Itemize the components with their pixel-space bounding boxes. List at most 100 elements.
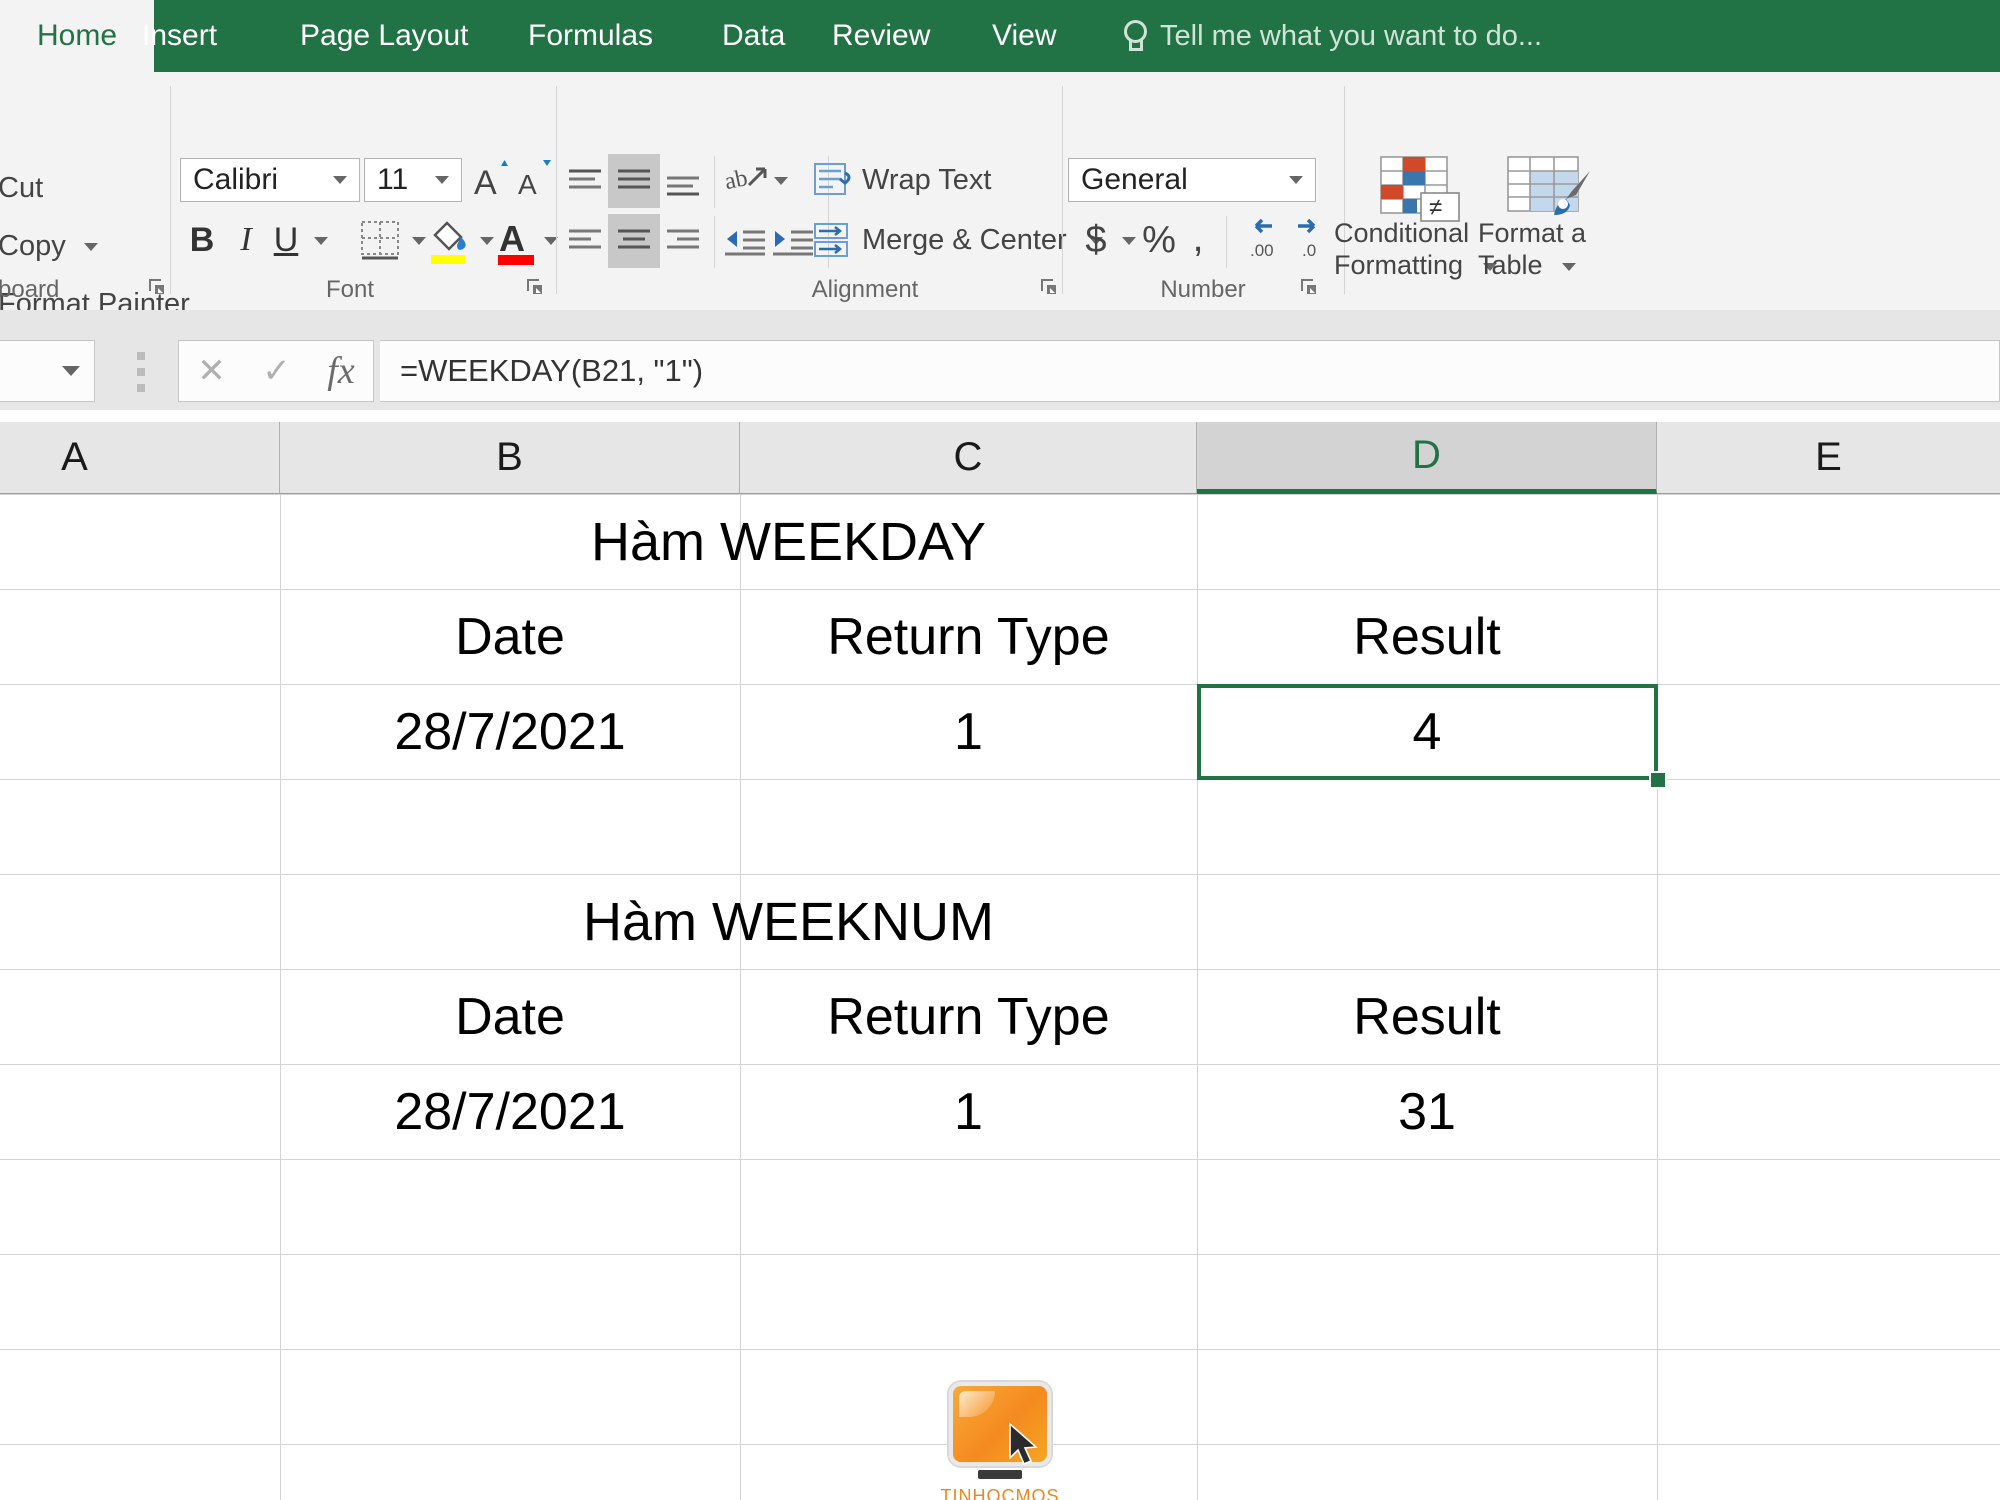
number-format-combo[interactable]: General [1068, 158, 1316, 202]
cell-weeknum-return-type[interactable]: 1 [740, 1064, 1197, 1159]
align-left-button[interactable] [562, 218, 608, 264]
column-header-a-label: A [61, 435, 88, 479]
cell-weeknum-title[interactable]: Hàm WEEKNUM [280, 874, 1297, 969]
cursor-icon [1009, 1422, 1038, 1466]
svg-text:A: A [518, 169, 537, 200]
underline-button[interactable]: U [266, 218, 306, 262]
orientation-button[interactable]: ab [722, 156, 772, 206]
tab-formulas[interactable]: Formulas [506, 0, 675, 72]
underline-dropdown-icon[interactable] [308, 224, 334, 258]
watermark-logo: TINHOCMOS [940, 1382, 1060, 1500]
tab-review[interactable]: Review [810, 0, 952, 72]
separator [714, 216, 715, 268]
cell-weekday-return-type[interactable]: 1 [740, 684, 1197, 779]
cell-weekday-header-date[interactable]: Date [280, 589, 740, 684]
column-header-a[interactable]: A [0, 422, 280, 494]
watermark-label: TINHOCMOS [940, 1486, 1060, 1500]
merge-center-icon[interactable] [808, 216, 856, 264]
merge-center-button[interactable]: Merge & Center [862, 224, 1103, 257]
cancel-formula-icon[interactable]: ✕ [197, 351, 226, 391]
separator [714, 156, 715, 208]
font-color-dropdown-icon[interactable] [538, 224, 564, 258]
column-header-c[interactable]: C [740, 422, 1197, 494]
worksheet-grid[interactable]: Hàm WEEKDAY Date Return Type Result 28/7… [0, 494, 2000, 1500]
tell-me-box[interactable]: Tell me what you want to do... [1120, 0, 1542, 72]
cell-weeknum-header-result[interactable]: Result [1197, 969, 1657, 1064]
column-header-d[interactable]: D [1197, 422, 1657, 494]
chevron-down-icon [1562, 262, 1577, 271]
formula-bar-grip[interactable] [137, 352, 147, 392]
group-separator [1062, 86, 1063, 294]
conditional-formatting-label-2: Formatting [1334, 250, 1464, 280]
comma-format-button[interactable]: , [1180, 214, 1216, 262]
decrease-font-size-button[interactable]: A [514, 156, 558, 204]
column-header-e[interactable]: E [1657, 422, 2000, 494]
copy-label: Copy [0, 230, 66, 262]
column-header-b[interactable]: B [280, 422, 740, 494]
copy-button[interactable]: Copy [0, 230, 98, 263]
svg-text:A: A [474, 164, 497, 202]
merge-center-label: Merge & Center [862, 224, 1067, 256]
font-color-button[interactable]: A [494, 212, 540, 268]
ribbon-home-panel: Cut Copy Format Painter board Calibri 11… [0, 72, 2000, 320]
cell-weekday-date[interactable]: 28/7/2021 [280, 684, 740, 779]
svg-text:A: A [499, 218, 525, 259]
tab-home-label: Home [36, 19, 118, 52]
gridline-horizontal [0, 1159, 2000, 1160]
font-size-combo[interactable]: 11 [364, 158, 462, 202]
separator [1226, 216, 1227, 268]
tab-page-layout-label: Page Layout [300, 19, 469, 52]
insert-function-icon[interactable]: fx [327, 349, 354, 393]
cell-weeknum-date[interactable]: 28/7/2021 [280, 1064, 740, 1159]
tab-view[interactable]: View [970, 0, 1078, 72]
align-center-button[interactable] [608, 214, 660, 268]
fill-handle[interactable] [1649, 771, 1667, 789]
clipboard-dialog-launcher[interactable] [146, 276, 168, 298]
cell-weekday-header-return-type[interactable]: Return Type [740, 589, 1197, 684]
align-middle-button[interactable] [608, 154, 660, 208]
accounting-format-button[interactable]: $ [1076, 216, 1116, 264]
format-as-table-button[interactable]: Table [1478, 250, 1577, 281]
orientation-dropdown-icon[interactable] [768, 164, 794, 198]
align-right-button[interactable] [660, 218, 706, 264]
borders-button[interactable] [354, 214, 406, 266]
cell-weekday-title[interactable]: Hàm WEEKDAY [280, 494, 1297, 589]
tab-insert[interactable]: Insert [120, 0, 239, 72]
cut-button[interactable]: Cut [0, 172, 43, 205]
enter-formula-icon[interactable]: ✓ [262, 351, 291, 391]
percent-format-button[interactable]: % [1138, 216, 1180, 264]
chevron-down-icon [333, 171, 359, 189]
conditional-formatting-button[interactable]: Formatting [1334, 250, 1497, 281]
tab-page-layout[interactable]: Page Layout [278, 0, 490, 72]
align-bottom-button[interactable] [660, 164, 706, 204]
name-box[interactable] [0, 340, 95, 402]
decrease-indent-button[interactable] [720, 218, 770, 264]
tell-me-label: Tell me what you want to do... [1160, 19, 1543, 52]
alignment-dialog-launcher[interactable] [1038, 276, 1060, 298]
bold-button[interactable]: B [182, 218, 222, 262]
wrap-text-button[interactable]: Wrap Text [862, 164, 991, 197]
cell-weeknum-header-date[interactable]: Date [280, 969, 740, 1064]
conditional-formatting-label-1[interactable]: Conditional [1334, 218, 1469, 249]
number-dialog-launcher[interactable] [1298, 276, 1320, 298]
fill-color-button[interactable] [424, 212, 476, 268]
increase-decimal-button[interactable]: .00 [1234, 214, 1286, 264]
increase-font-size-button[interactable]: A [470, 156, 514, 204]
svg-text:.0: .0 [1302, 241, 1316, 260]
tab-insert-label: Insert [142, 19, 218, 52]
cell-weeknum-header-return-type[interactable]: Return Type [740, 969, 1197, 1064]
format-as-table-label-1[interactable]: Format a [1478, 218, 1586, 249]
font-dialog-launcher[interactable] [524, 276, 546, 298]
align-top-button[interactable] [562, 158, 608, 204]
cell-weeknum-result[interactable]: 31 [1197, 1064, 1657, 1159]
wrap-text-icon[interactable] [808, 156, 856, 204]
tab-data[interactable]: Data [700, 0, 807, 72]
cell-weekday-header-result[interactable]: Result [1197, 589, 1657, 684]
italic-button[interactable]: I [228, 218, 264, 262]
tab-data-label: Data [722, 19, 786, 52]
font-name-value: Calibri [193, 163, 279, 196]
decrease-decimal-button[interactable]: .0 [1284, 214, 1336, 264]
formula-input[interactable]: =WEEKDAY(B21, "1") [380, 340, 2000, 402]
font-name-combo[interactable]: Calibri [180, 158, 360, 202]
group-separator [556, 86, 557, 294]
